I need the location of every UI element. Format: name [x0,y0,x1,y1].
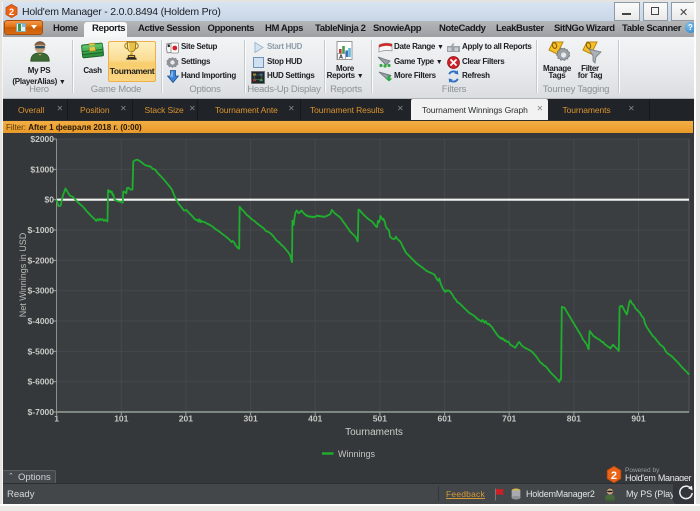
svg-text:$-4000: $-4000 [28,316,55,326]
svg-text:2: 2 [611,470,617,482]
svg-text:$-6000: $-6000 [28,377,55,387]
svg-text:$0: $0 [45,195,55,205]
svg-text:$-7000: $-7000 [28,407,55,417]
svg-text:$1000: $1000 [30,164,54,174]
svg-text:401: 401 [308,414,322,424]
svg-text:301: 301 [244,414,258,424]
svg-text:$-1000: $-1000 [28,225,55,235]
svg-text:501: 501 [373,414,387,424]
svg-text:$2000: $2000 [30,134,54,144]
svg-text:1: 1 [54,414,59,424]
svg-text:601: 601 [438,414,452,424]
svg-text:Winnings: Winnings [338,449,376,459]
svg-text:Net Winnings in USD: Net Winnings in USD [18,232,28,317]
svg-text:$-2000: $-2000 [28,255,55,265]
svg-text:701: 701 [502,414,516,424]
svg-text:801: 801 [567,414,581,424]
svg-text:$-5000: $-5000 [28,346,55,356]
svg-text:901: 901 [631,414,645,424]
svg-text:101: 101 [114,414,128,424]
svg-text:$-3000: $-3000 [28,286,55,296]
svg-text:Tournaments: Tournaments [345,427,403,438]
svg-text:201: 201 [179,414,193,424]
